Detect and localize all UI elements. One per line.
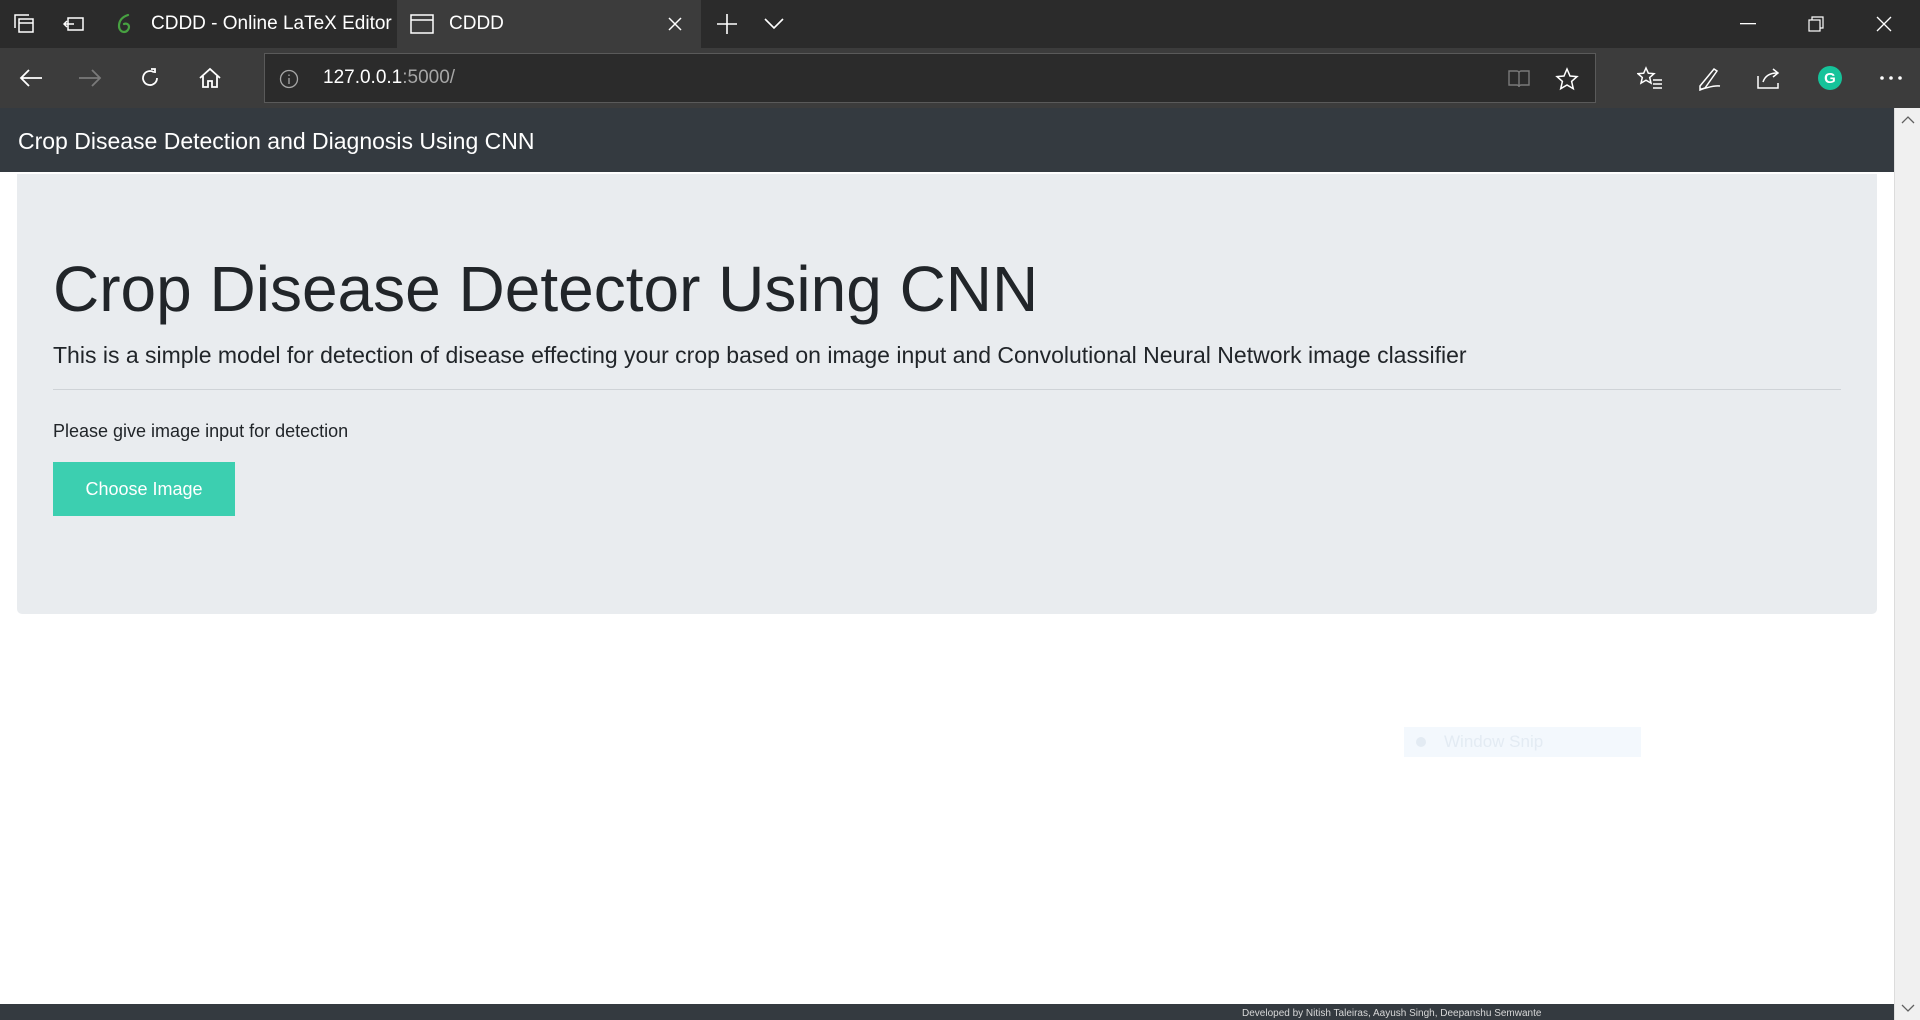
- favorites-hub-icon[interactable]: [1626, 54, 1674, 102]
- forward-icon[interactable]: [66, 54, 114, 102]
- overleaf-leaf-icon: [111, 11, 137, 37]
- set-aside-tabs-icon[interactable]: [50, 0, 98, 48]
- grammarly-icon: G: [1818, 66, 1842, 90]
- site-brand[interactable]: Crop Disease Detection and Diagnosis Usi…: [18, 128, 534, 155]
- refresh-icon[interactable]: [126, 54, 174, 102]
- url-host: 127.0.0.1: [323, 67, 403, 88]
- browser-tab-bar: CDDD - Online LaTeX Editor CDDD: [0, 0, 1920, 48]
- snip-dot-icon: [1416, 737, 1426, 747]
- vertical-scrollbar[interactable]: [1894, 108, 1920, 1020]
- page-title: Crop Disease Detector Using CNN: [53, 253, 1039, 325]
- upload-prompt: Please give image input for detection: [53, 421, 349, 441]
- url-path: :5000/: [402, 67, 456, 88]
- restore-icon[interactable]: [1782, 0, 1850, 48]
- tab-manager-icon[interactable]: [0, 0, 48, 48]
- info-icon[interactable]: [277, 67, 301, 91]
- address-bar[interactable]: 127.0.0.1:5000/: [264, 53, 1596, 103]
- chevron-down-icon[interactable]: [750, 0, 798, 48]
- reading-view-icon[interactable]: [1505, 65, 1533, 93]
- choose-image-button[interactable]: Choose Image: [53, 462, 235, 516]
- tab-title: CDDD - Online LaTeX Editor: [151, 13, 392, 34]
- snip-label: Window Snip: [1444, 732, 1544, 751]
- web-page: Crop Disease Detection and Diagnosis Usi…: [0, 108, 1894, 1020]
- favorite-star-icon[interactable]: [1553, 65, 1581, 93]
- jumbotron: Crop Disease Detector Using CNN This is …: [17, 174, 1877, 614]
- window-snip-overlay: Window Snip: [1404, 727, 1641, 757]
- site-navbar: Crop Disease Detection and Diagnosis Usi…: [0, 108, 1894, 172]
- lead-text: This is a simple model for detection of …: [53, 342, 1467, 368]
- page-icon: [409, 11, 435, 37]
- back-icon[interactable]: [7, 54, 55, 102]
- minimize-icon[interactable]: [1714, 0, 1782, 48]
- close-window-icon[interactable]: [1850, 0, 1918, 48]
- url-text[interactable]: 127.0.0.1:5000/: [323, 67, 455, 89]
- more-options-icon[interactable]: [1867, 54, 1915, 102]
- share-icon[interactable]: [1745, 54, 1793, 102]
- new-tab-icon[interactable]: [703, 0, 751, 48]
- browser-toolbar: 127.0.0.1:5000/ G: [0, 48, 1920, 108]
- site-footer: Developed by Nitish Taleiras, Aayush Sin…: [0, 1004, 1894, 1020]
- tab-cddd[interactable]: CDDD: [397, 0, 701, 48]
- grammarly-extension-icon[interactable]: G: [1806, 54, 1854, 102]
- scroll-up-arrow-icon[interactable]: [1895, 108, 1920, 132]
- divider: [53, 389, 1841, 390]
- tab-latex-editor[interactable]: CDDD - Online LaTeX Editor: [99, 0, 397, 48]
- home-icon[interactable]: [186, 54, 234, 102]
- web-note-pen-icon[interactable]: [1686, 54, 1734, 102]
- close-icon[interactable]: [663, 12, 687, 36]
- scroll-down-arrow-icon[interactable]: [1895, 996, 1920, 1020]
- tab-title: CDDD: [449, 13, 504, 34]
- footer-text: Developed by Nitish Taleiras, Aayush Sin…: [1242, 1008, 1542, 1019]
